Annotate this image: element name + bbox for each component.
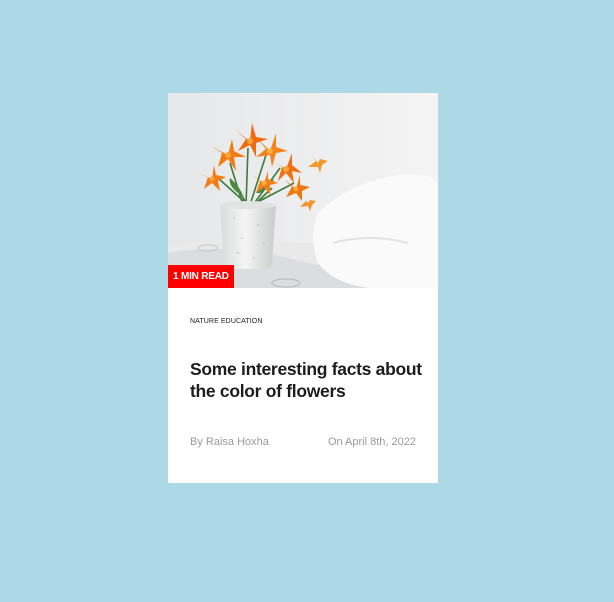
category-label[interactable]: NATURE EDUCATION xyxy=(190,318,263,325)
read-time-badge: 1 MIN READ xyxy=(168,265,234,288)
article-card[interactable]: 1 MIN READ NATURE EDUCATION Some interes… xyxy=(168,93,438,483)
article-image[interactable]: 1 MIN READ xyxy=(168,93,438,288)
publish-date: On April 8th, 2022 xyxy=(327,436,416,448)
flower-vase-photo xyxy=(168,93,438,288)
article-title[interactable]: Some interesting facts about the color o… xyxy=(190,358,426,402)
author-byline[interactable]: By Raisa Hoxha xyxy=(190,436,269,448)
